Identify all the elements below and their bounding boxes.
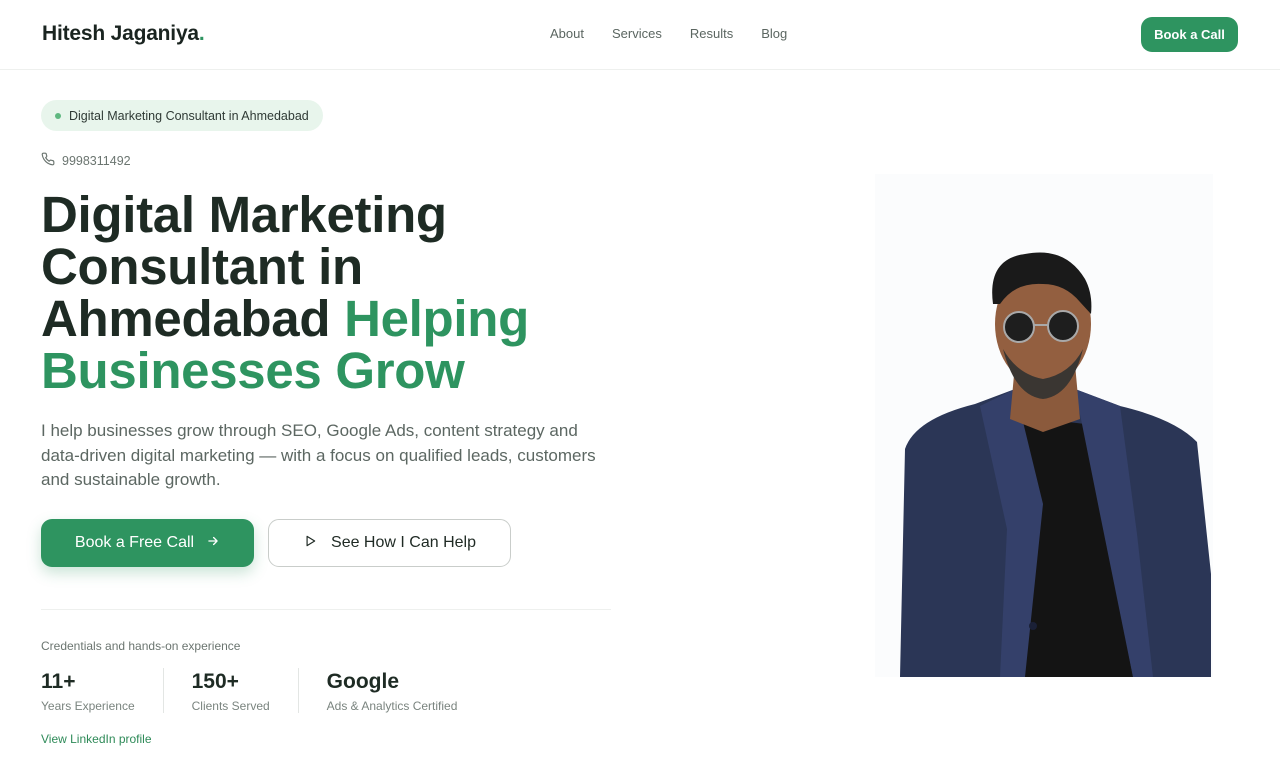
logo-dot: . — [198, 22, 205, 45]
stats-row: 11+ Years Experience 150+ Clients Served… — [41, 668, 513, 713]
main-nav: About Services Results Blog — [550, 26, 787, 41]
book-free-call-button[interactable]: Book a Free Call — [41, 519, 254, 567]
credentials-title: Credentials and hands-on experience — [41, 639, 241, 653]
see-how-label: See How I Can Help — [331, 534, 476, 551]
phone-number: 9998311492 — [62, 153, 131, 168]
hero-lead: I help businesses grow through SEO, Goog… — [41, 421, 596, 489]
badge-label: Digital Marketing Consultant in Ahmedaba… — [69, 108, 309, 123]
play-icon — [303, 534, 317, 553]
arrow-right-icon — [206, 534, 220, 553]
divider — [41, 609, 611, 610]
book-call-button[interactable]: Book a Call — [1141, 17, 1238, 52]
hero-badge: Digital Marketing Consultant in Ahmedaba… — [41, 100, 323, 131]
linkedin-link[interactable]: View LinkedIn profile — [41, 732, 152, 746]
phone-contact[interactable]: 9998311492 — [41, 152, 131, 169]
phone-icon — [41, 152, 55, 169]
stat-value: 11+ — [41, 670, 76, 693]
logo[interactable]: Hitesh Jaganiya. — [42, 22, 205, 46]
stat-label: Ads & Analytics Certified — [326, 699, 458, 713]
stat-experience: 11+ Years Experience — [41, 668, 164, 713]
nav-blog[interactable]: Blog — [761, 26, 787, 41]
portrait-photo — [875, 174, 1213, 677]
stat-value: 150+ — [191, 670, 239, 693]
status-dot-icon — [55, 112, 61, 119]
portrait-illustration — [900, 252, 1211, 677]
hero-headline: Digital Marketing Consultant in Ahmedaba… — [41, 189, 601, 397]
nav-services[interactable]: Services — [612, 26, 662, 41]
stat-value: Google — [326, 670, 400, 693]
stat-label: Years Experience — [41, 699, 135, 713]
nav-about[interactable]: About — [550, 26, 584, 41]
nav-results[interactable]: Results — [690, 26, 733, 41]
stat-certification: Google Ads & Analytics Certified — [327, 668, 486, 713]
book-free-call-label: Book a Free Call — [74, 534, 195, 551]
stat-clients: 150+ Clients Served — [192, 668, 299, 713]
see-how-button[interactable]: See How I Can Help — [268, 519, 511, 567]
stat-label: Clients Served — [191, 699, 270, 713]
site-header: Hitesh Jaganiya. About Services Results … — [0, 0, 1280, 70]
